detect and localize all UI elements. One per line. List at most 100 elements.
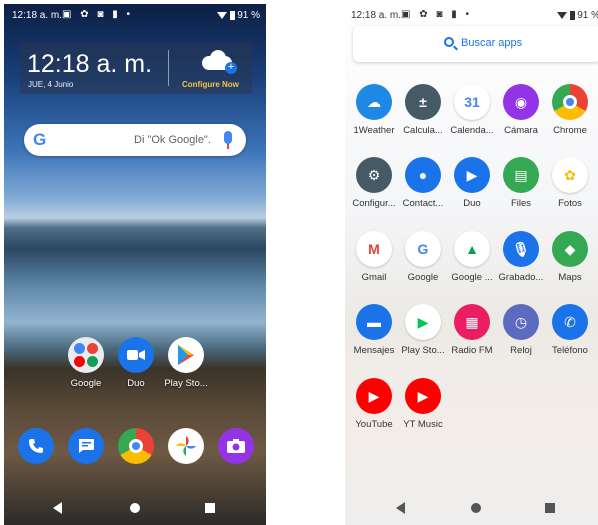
app-maps[interactable]: ◆ Maps xyxy=(542,231,598,283)
recents-icon[interactable] xyxy=(205,503,215,513)
drive-icon[interactable]: ▲ xyxy=(454,231,490,267)
back-icon[interactable] xyxy=(396,502,405,514)
wifi-icon xyxy=(557,11,568,19)
app-files[interactable]: ▤ Files xyxy=(493,157,549,209)
play-store-icon[interactable]: ▶ xyxy=(405,304,441,340)
app-duo[interactable]: Duo xyxy=(108,337,164,389)
app-contacts[interactable]: ● Contact... xyxy=(395,157,451,209)
radio-icon[interactable]: ▦ xyxy=(454,304,490,340)
app-phone[interactable]: ✆ Teléfono xyxy=(542,304,598,356)
phone-icon[interactable]: ✆ xyxy=(552,304,588,340)
app-camera[interactable]: ◉ Cámara xyxy=(493,84,549,136)
dock-messages[interactable] xyxy=(58,428,114,464)
camera-icon[interactable] xyxy=(218,428,254,464)
app-youtube[interactable]: ▶ YouTube xyxy=(346,378,402,430)
back-icon[interactable] xyxy=(53,502,62,514)
app-calendar[interactable]: 31 Calenda... xyxy=(444,84,500,136)
dock-chrome[interactable] xyxy=(108,428,164,464)
dock-camera[interactable] xyxy=(208,428,264,464)
chrome-icon[interactable] xyxy=(552,84,588,120)
search-hint: Di "Ok Google". xyxy=(134,134,211,146)
app-duo[interactable]: ▶ Duo xyxy=(444,157,500,209)
phone-icon[interactable] xyxy=(18,428,54,464)
battery-icon xyxy=(230,10,236,20)
search-icon[interactable] xyxy=(444,37,454,47)
clock-icon[interactable]: ◷ xyxy=(503,304,539,340)
clock-date[interactable]: JUE, 4 Junio xyxy=(28,80,73,89)
recorder-icon[interactable]: 🎙 xyxy=(503,231,539,267)
status-time: 12:18 a. m. xyxy=(351,10,402,21)
app-label: Contact... xyxy=(402,198,444,209)
status-bar: 12:18 a. m. ▣ ✿ ◙ ▮ • 91 % xyxy=(4,4,266,26)
status-right: 91 % xyxy=(557,10,598,21)
battery-level: 91 % xyxy=(577,10,598,21)
app-weather[interactable]: ☁ 1Weather xyxy=(346,84,402,136)
contacts-icon[interactable]: ● xyxy=(405,157,441,193)
app-yt-music[interactable]: ▶ YT Music xyxy=(395,378,451,430)
app-label: Mensajes xyxy=(353,345,395,356)
dock-photos[interactable] xyxy=(158,428,214,464)
messages-icon[interactable] xyxy=(68,428,104,464)
mic-icon[interactable] xyxy=(224,131,232,149)
google-g-icon[interactable]: G xyxy=(33,130,46,150)
home-icon[interactable] xyxy=(130,503,140,513)
app-photos[interactable]: ✿ Fotos xyxy=(542,157,598,209)
google-folder-icon[interactable] xyxy=(68,337,104,373)
maps-icon[interactable]: ◆ xyxy=(552,231,588,267)
configure-now-link[interactable]: Configure Now xyxy=(182,80,239,89)
app-label: Cámara xyxy=(504,125,538,136)
photos-icon[interactable]: ✿ xyxy=(552,157,588,193)
youtube-icon[interactable]: ▶ xyxy=(356,378,392,414)
app-drawer-screen: 12:18 a. m. ▣ ✿ ◙ ▮ • 91 % Buscar apps ☁… xyxy=(345,4,598,525)
app-settings[interactable]: ⚙ Configur... xyxy=(346,157,402,209)
recents-icon[interactable] xyxy=(545,503,555,513)
app-label: Grabado... xyxy=(498,272,544,283)
duo-icon[interactable] xyxy=(118,337,154,373)
app-calculator[interactable]: ± Calcula... xyxy=(395,84,451,136)
app-label: Play Sto... xyxy=(164,378,208,389)
search-apps-bar[interactable]: Buscar apps xyxy=(353,26,598,62)
files-icon[interactable]: ▤ xyxy=(503,157,539,193)
app-recorder[interactable]: 🎙 Grabado... xyxy=(493,231,549,283)
app-label: Google ... xyxy=(451,272,493,283)
wifi-icon xyxy=(217,11,228,19)
app-google[interactable]: G Google xyxy=(395,231,451,283)
camera-icon[interactable]: ◉ xyxy=(503,84,539,120)
home-icon[interactable] xyxy=(471,503,481,513)
app-label: Teléfono xyxy=(552,345,588,356)
google-search-bar[interactable]: G Di "Ok Google". xyxy=(24,124,246,156)
gmail-icon[interactable]: M xyxy=(356,231,392,267)
app-radio[interactable]: ▦ Radio FM xyxy=(444,304,500,356)
weather-cloud-icon[interactable]: + xyxy=(200,48,238,74)
app-google-folder[interactable]: Google xyxy=(58,337,114,389)
duo-icon[interactable]: ▶ xyxy=(454,157,490,193)
app-clock[interactable]: ◷ Reloj xyxy=(493,304,549,356)
dock-phone[interactable] xyxy=(8,428,64,464)
app-label: Reloj xyxy=(510,345,532,356)
chrome-icon[interactable] xyxy=(118,428,154,464)
notification-icons: ▣ ✿ ◙ ▮ • xyxy=(62,9,133,20)
clock-weather-widget[interactable]: 12:18 a. m. JUE, 4 Junio + Configure Now xyxy=(20,42,252,94)
weather-icon[interactable]: ☁ xyxy=(356,84,392,120)
navigation-bar xyxy=(4,491,266,525)
status-right: 91 % xyxy=(217,10,260,21)
navigation-bar xyxy=(345,491,598,525)
settings-icon[interactable]: ⚙ xyxy=(356,157,392,193)
app-gmail[interactable]: M Gmail xyxy=(346,231,402,283)
app-play-store[interactable]: Play Sto... xyxy=(158,337,214,389)
app-play-store[interactable]: ▶ Play Sto... xyxy=(395,304,451,356)
yt-music-icon[interactable]: ▶ xyxy=(405,378,441,414)
app-chrome[interactable]: Chrome xyxy=(542,84,598,136)
calendar-icon[interactable]: 31 xyxy=(454,84,490,120)
battery-icon xyxy=(570,10,576,20)
google-icon[interactable]: G xyxy=(405,231,441,267)
play-store-icon[interactable] xyxy=(168,337,204,373)
messages-icon[interactable]: ▬ xyxy=(356,304,392,340)
app-messages[interactable]: ▬ Mensajes xyxy=(346,304,402,356)
app-label: 1Weather xyxy=(353,125,395,136)
calculator-icon[interactable]: ± xyxy=(405,84,441,120)
photos-icon[interactable] xyxy=(168,428,204,464)
app-label: Calenda... xyxy=(450,125,494,136)
app-drive[interactable]: ▲ Google ... xyxy=(444,231,500,283)
clock-time[interactable]: 12:18 a. m. xyxy=(27,50,152,79)
